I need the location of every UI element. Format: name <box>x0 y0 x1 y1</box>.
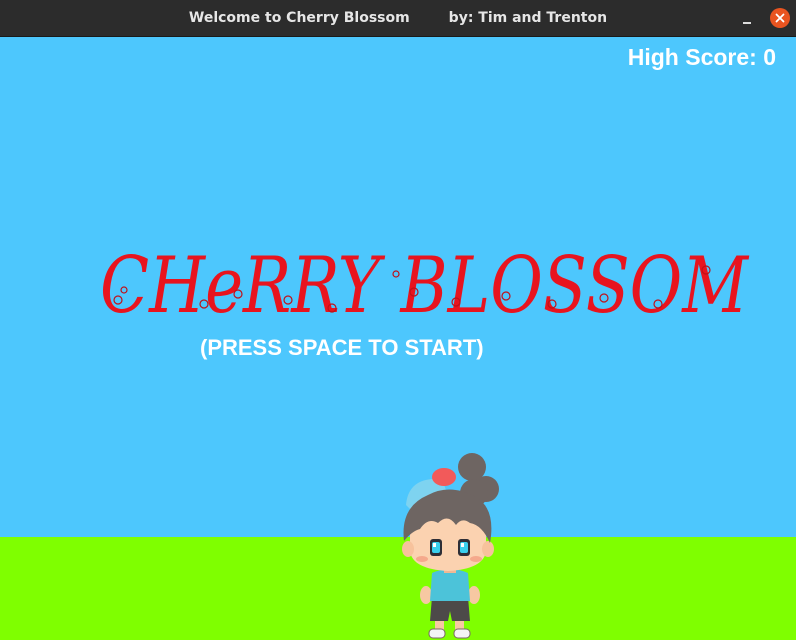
player-character <box>402 453 499 639</box>
game-title: CHeRRY BLOSSOM <box>100 241 750 331</box>
game-title-text: CHeRRY BLOSSOM <box>100 241 750 331</box>
press-space-prompt: (PRESS SPACE TO START) <box>200 335 484 360</box>
game-window: Welcome to Cherry Blossom by: Tim and Tr… <box>0 0 796 640</box>
high-score: High Score: 0 <box>627 44 776 70</box>
minimize-button[interactable] <box>736 8 758 30</box>
close-button[interactable] <box>770 8 790 28</box>
hair-bow <box>432 468 456 486</box>
shirt <box>430 569 470 601</box>
close-icon <box>775 13 785 23</box>
game-canvas[interactable]: High Score: 0 CHeRRY BLOSSOM (PRESS SPAC… <box>0 37 796 640</box>
title-bar[interactable]: Welcome to Cherry Blossom by: Tim and Tr… <box>0 0 796 37</box>
window-title: Welcome to Cherry Blossom by: Tim and Tr… <box>188 10 608 26</box>
